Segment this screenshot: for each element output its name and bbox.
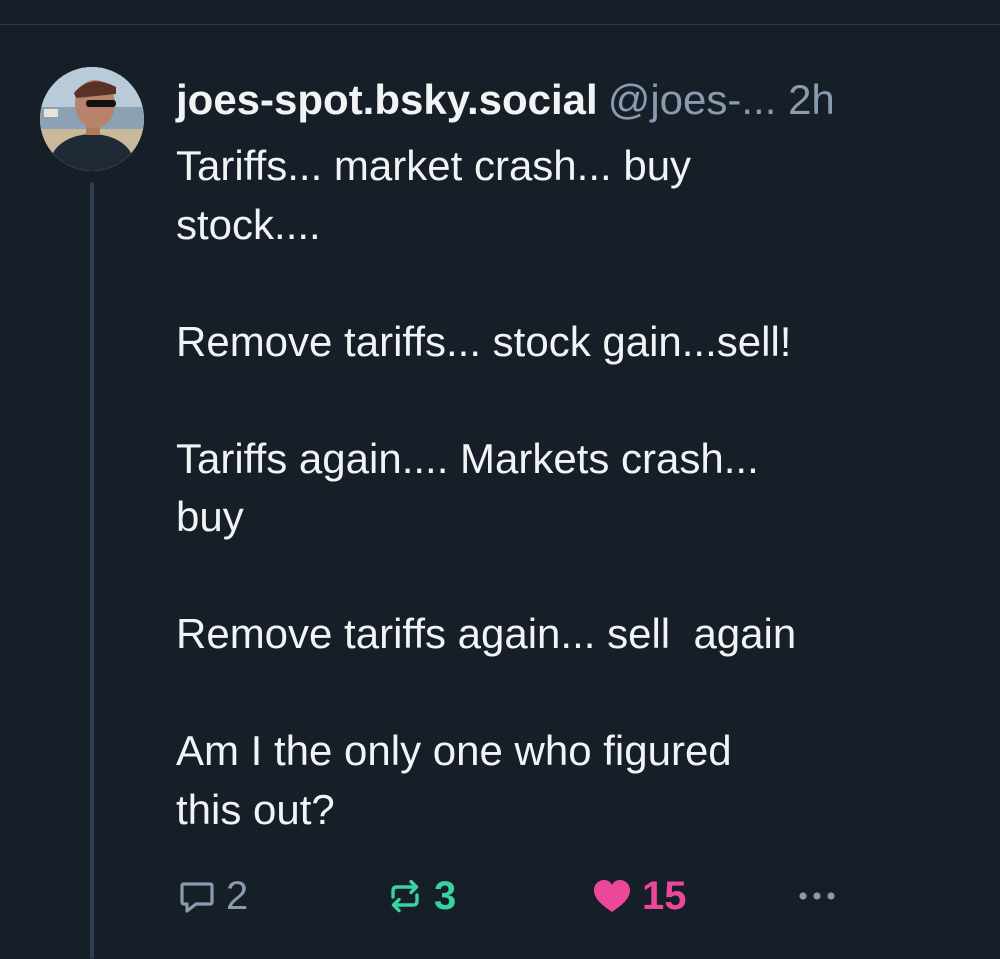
post-timestamp[interactable]: 2h [788, 76, 835, 123]
post-header: joes-spot.bsky.social @joes-... 2h [176, 70, 976, 130]
like-button[interactable]: 15 [590, 868, 687, 924]
post-actions: 2 3 15 [176, 868, 936, 924]
like-count: 15 [642, 873, 687, 918]
post-text-line: this out? [176, 785, 335, 833]
more-icon [799, 892, 835, 900]
reply-button[interactable]: 2 [176, 868, 248, 924]
handle-truncation: ... [741, 76, 777, 123]
comment-icon [180, 882, 214, 913]
post-view: joes-spot.bsky.social @joes-... 2h Tariff… [0, 0, 1000, 959]
reply-count: 2 [226, 873, 249, 918]
repost-icon [391, 879, 419, 913]
post-text: Tariffs... market crash... buy stock....… [176, 137, 976, 839]
repost-button[interactable]: 3 [384, 868, 456, 924]
top-divider [0, 24, 1000, 25]
post-text-line: Tariffs again.... Markets crash... [176, 434, 759, 482]
author-handle[interactable]: @joes- [608, 76, 742, 123]
more-options-button[interactable] [794, 868, 840, 924]
heart-icon [594, 880, 630, 912]
post-text-line: Tariffs... market crash... buy [176, 142, 692, 189]
thread-line [90, 182, 94, 959]
post-text-line: Remove tariffs again... sell again [176, 610, 797, 657]
post-text-line: stock.... [176, 200, 321, 248]
avatar-photo-icon [40, 67, 144, 171]
repost-count: 3 [434, 873, 457, 918]
post-text-line: Remove tariffs... stock gain...sell! [176, 317, 792, 365]
post-text-line: Am I the only one who figured [176, 727, 732, 774]
author-avatar[interactable] [40, 67, 144, 171]
post-text-line: buy [176, 493, 244, 540]
author-display-name[interactable]: joes-spot.bsky.social [176, 76, 598, 123]
